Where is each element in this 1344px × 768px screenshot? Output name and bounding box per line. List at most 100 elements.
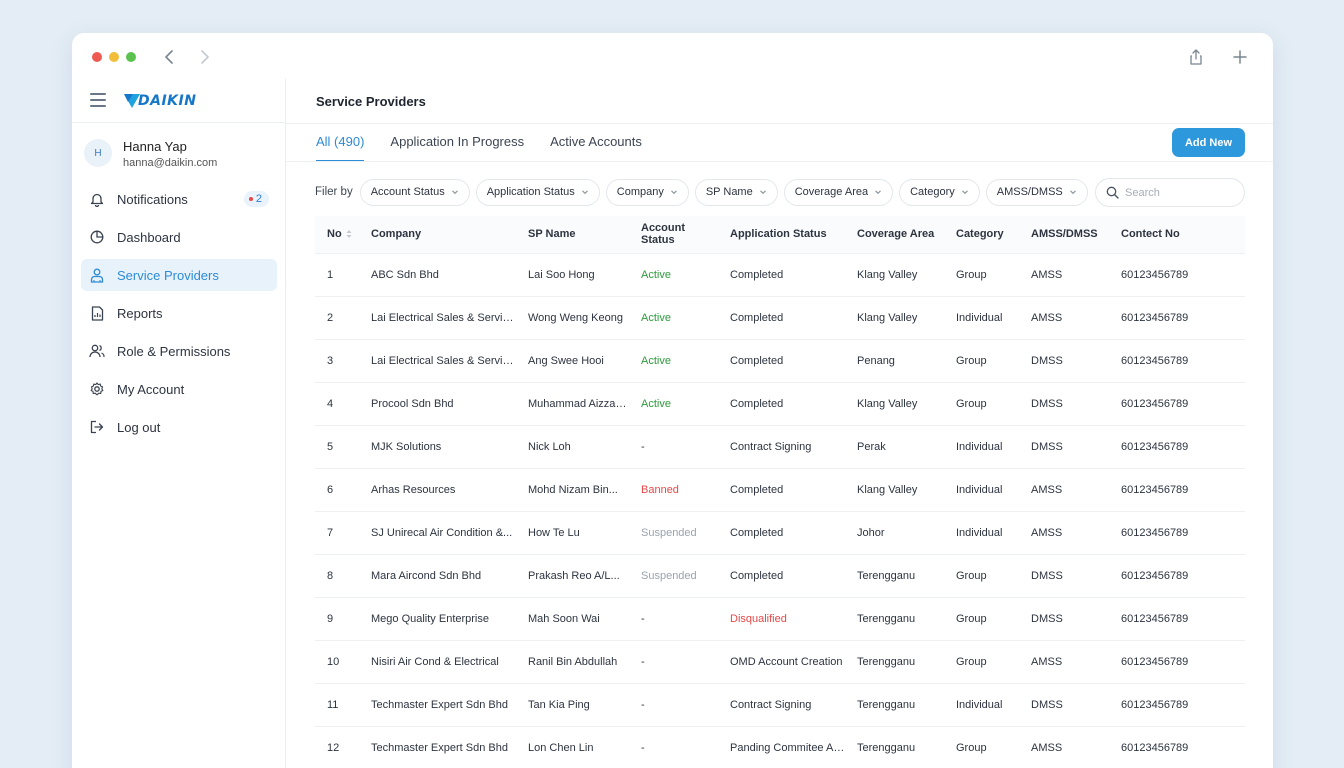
- minimize-window-button[interactable]: [109, 52, 119, 62]
- notification-count-badge: 2: [243, 191, 269, 207]
- service-providers-icon: [89, 267, 105, 283]
- table-row[interactable]: 7 SJ Unirecal Air Condition &... How Te Lu…: [315, 511, 1245, 554]
- service-providers-table: No Company SP Name Account Status Applic…: [315, 216, 1245, 768]
- cell-amss-dmss: AMSS: [1031, 311, 1063, 324]
- cell-amss-dmss: DMSS: [1031, 698, 1063, 711]
- sidebar-item-dashboard[interactable]: Dashboard: [81, 221, 277, 253]
- cell-amss-dmss: AMSS: [1031, 655, 1063, 668]
- tab-all[interactable]: All (490): [316, 123, 365, 162]
- cell-category: Group: [956, 569, 987, 582]
- cell-sp-name: Lai Soo Hong: [528, 268, 595, 281]
- cell-contact-no: 60123456789: [1121, 440, 1189, 453]
- filter-chip-label: Coverage Area: [794, 186, 869, 198]
- cell-sp-name: Mah Soon Wai: [528, 612, 600, 625]
- cell-company: SJ Unirecal Air Condition &...: [371, 526, 513, 539]
- cell-account-status: Active: [641, 354, 671, 367]
- column-header-amss-dmss[interactable]: AMSS/DMSS: [1019, 216, 1109, 253]
- cell-application-status: Contract Signing: [730, 440, 812, 453]
- table-row[interactable]: 8 Mara Aircond Sdn Bhd Prakash Reo A/L... S…: [315, 554, 1245, 597]
- filter-account-status[interactable]: Account Status: [359, 178, 470, 206]
- sidebar-item-my-account[interactable]: My Account: [81, 373, 277, 405]
- table-row[interactable]: 11 Techmaster Expert Sdn Bhd Tan Kia Ping -…: [315, 683, 1245, 726]
- cell-no: 5: [327, 440, 334, 453]
- filter-amss-dmss[interactable]: AMSS/DMSS: [985, 178, 1088, 206]
- cell-sp-name: Wong Weng Keong: [528, 311, 623, 324]
- sidebar-item-service-providers[interactable]: Service Providers: [81, 259, 277, 291]
- filter-sp-name[interactable]: SP Name: [694, 178, 778, 206]
- cell-account-status: Suspended: [641, 526, 697, 539]
- share-icon: [1190, 49, 1202, 65]
- sidebar-item-role-permissions[interactable]: Role & Permissions: [81, 335, 277, 367]
- table-row[interactable]: 1 ABC Sdn Bhd Lai Soo Hong Active Completed K…: [315, 253, 1245, 296]
- cell-account-status: Active: [641, 311, 671, 324]
- filter-coverage-area[interactable]: Coverage Area: [783, 178, 894, 206]
- sidebar-item-notifications[interactable]: Notifications 2: [81, 183, 277, 215]
- cell-no: 2: [327, 311, 334, 324]
- new-tab-button[interactable]: [1228, 45, 1252, 69]
- filter-category[interactable]: Category: [899, 178, 980, 206]
- cell-coverage-area: Klang Valley: [857, 483, 918, 496]
- column-header-company[interactable]: Company: [359, 216, 516, 253]
- maximize-window-button[interactable]: [126, 52, 136, 62]
- table-row[interactable]: 2 Lai Electrical Sales & Services Wong Wen…: [315, 296, 1245, 339]
- filter-company[interactable]: Company: [605, 178, 689, 206]
- tab-application-in-progress[interactable]: Application In Progress: [390, 123, 524, 161]
- table-row[interactable]: 12 Techmaster Expert Sdn Bhd Lon Chen Lin -…: [315, 726, 1245, 768]
- column-header-no[interactable]: No: [315, 216, 359, 253]
- cell-no: 7: [327, 526, 334, 539]
- sidebar-item-log-out[interactable]: Log out: [81, 411, 277, 443]
- logout-icon: [89, 419, 105, 435]
- cell-category: Group: [956, 397, 987, 410]
- cell-application-status: Completed: [730, 354, 784, 367]
- cell-company: MJK Solutions: [371, 440, 442, 453]
- column-header-account-status[interactable]: Account Status: [629, 216, 718, 253]
- column-header-coverage-area[interactable]: Coverage Area: [845, 216, 944, 253]
- cell-category: Individual: [956, 698, 1003, 711]
- cell-amss-dmss: DMSS: [1031, 612, 1063, 625]
- cell-contact-no: 60123456789: [1121, 698, 1189, 711]
- cell-sp-name: Lon Chen Lin: [528, 741, 594, 754]
- cell-application-status: Contract Signing: [730, 698, 812, 711]
- chevron-down-icon: [875, 190, 881, 195]
- cell-coverage-area: Terengganu: [857, 612, 916, 625]
- daikin-logo: DAIKIN: [122, 90, 196, 112]
- menu-icon[interactable]: [90, 93, 106, 107]
- tab-bar: All (490) Application In Progress Active…: [316, 123, 668, 162]
- cell-no: 11: [327, 698, 339, 711]
- filter-application-status[interactable]: Application Status: [475, 178, 600, 206]
- chevron-down-icon: [451, 190, 458, 195]
- table-row[interactable]: 5 MJK Solutions Nick Loh - Contract Signing P…: [315, 425, 1245, 468]
- cell-contact-no: 60123456789: [1121, 569, 1189, 582]
- forward-button[interactable]: [194, 46, 216, 68]
- sidebar-item-reports[interactable]: Reports: [81, 297, 277, 329]
- table-row[interactable]: 10 Nisiri Air Cond & Electrical Ranil Bin …: [315, 640, 1245, 683]
- cell-no: 6: [327, 483, 334, 496]
- search-input[interactable]: [1125, 186, 1235, 199]
- table-row[interactable]: 9 Mego Quality Enterprise Mah Soon Wai - Dis…: [315, 597, 1245, 640]
- table-row[interactable]: 4 Procool Sdn Bhd Muhammad Aizzad... Active…: [315, 382, 1245, 425]
- cell-category: Individual: [956, 483, 1003, 496]
- cell-company: Lai Electrical Sales & Services: [371, 354, 516, 367]
- cell-company: Mara Aircond Sdn Bhd: [371, 569, 482, 582]
- table-row[interactable]: 3 Lai Electrical Sales & Services Ang Swee…: [315, 339, 1245, 382]
- close-window-button[interactable]: [92, 52, 102, 62]
- back-button[interactable]: [158, 46, 180, 68]
- cell-sp-name: Muhammad Aizzad...: [528, 397, 629, 410]
- cell-no: 9: [327, 612, 334, 625]
- sidebar-item-label: Log out: [117, 419, 161, 435]
- column-header-contact-no[interactable]: Contect No: [1109, 216, 1245, 253]
- filter-chip-label: Company: [616, 186, 664, 198]
- cell-company: Arhas Resources: [371, 483, 456, 496]
- add-new-button[interactable]: Add New: [1172, 128, 1245, 157]
- column-header-application-status[interactable]: Application Status: [718, 216, 845, 253]
- cell-company: Nisiri Air Cond & Electrical: [371, 655, 499, 668]
- user-profile[interactable]: H Hanna Yap hanna@daikin.com: [84, 135, 279, 179]
- tab-active-accounts[interactable]: Active Accounts: [550, 123, 642, 161]
- column-header-sp-name[interactable]: SP Name: [516, 216, 629, 253]
- cell-company: Techmaster Expert Sdn Bhd: [371, 698, 508, 711]
- cell-category: Group: [956, 741, 987, 754]
- share-button[interactable]: [1184, 45, 1208, 69]
- chevron-down-icon: [581, 190, 588, 195]
- table-row[interactable]: 6 Arhas Resources Mohd Nizam Bin... Banned C…: [315, 468, 1245, 511]
- column-header-category[interactable]: Category: [944, 216, 1019, 253]
